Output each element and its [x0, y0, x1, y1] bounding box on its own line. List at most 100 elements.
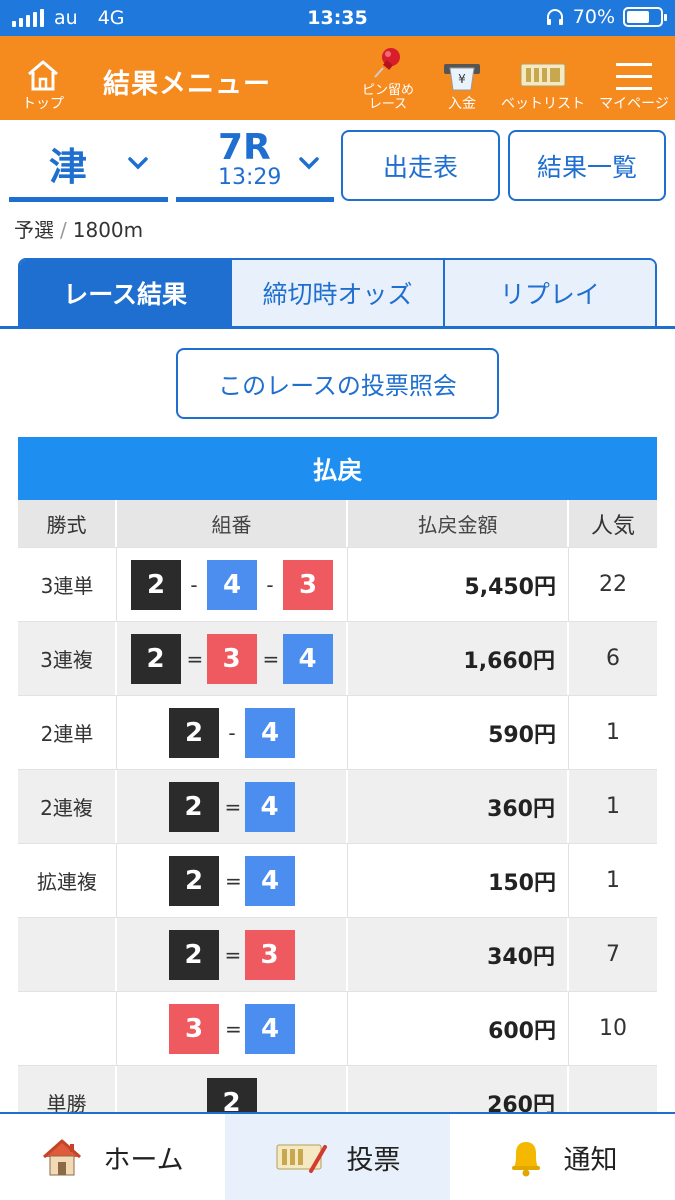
page-title: 結果メニュー: [103, 69, 271, 100]
bottom-nav: ホーム 投票 通知: [0, 1112, 675, 1200]
payout-row: 3連単 2-4-3 5,450円 22: [18, 548, 657, 622]
header-bet-type: 勝式: [18, 500, 117, 547]
top-button[interactable]: トップ: [14, 36, 72, 120]
boat-number-badge: 2: [131, 559, 181, 610]
boat-number-badge: 4: [245, 855, 295, 906]
ticket-icon: [520, 63, 566, 87]
boat-number-badge: 3: [169, 1003, 219, 1054]
entry-list-button[interactable]: 出走表: [341, 130, 500, 201]
boat-number-badge: 3: [244, 929, 295, 980]
chevron-down-icon: [128, 157, 148, 170]
race-grade: 予選: [14, 218, 54, 242]
combination-group: 2 = 3: [168, 929, 295, 980]
popularity: 6: [606, 646, 620, 671]
house-outline-icon: [28, 60, 58, 91]
results-list-button[interactable]: 結果一覧: [508, 130, 666, 201]
combination-group: 2-4-3: [131, 559, 333, 610]
payout-row: 3連複 2 = 3 = 4 1,660円 6: [18, 622, 657, 696]
pin-race-label: ピン留め レース: [361, 83, 414, 112]
combination-joiner: =: [262, 646, 280, 671]
payout-row: 2連単 2-4 590円 1: [18, 696, 657, 770]
combination-group: 3 = 4: [169, 1003, 295, 1054]
tab-race-result[interactable]: レース結果: [20, 260, 231, 326]
combination: 2 = 4: [117, 844, 348, 917]
combination: 2 = 3 = 4: [117, 622, 348, 695]
payout-title: 払戻: [18, 437, 657, 500]
boat-number-badge: 3: [206, 633, 257, 684]
bet-type: 拡連複: [18, 844, 117, 917]
popularity: 1: [606, 794, 620, 819]
combination: 2-4: [117, 696, 348, 769]
popularity: 10: [599, 1016, 627, 1041]
nav-notification[interactable]: 通知: [450, 1114, 675, 1200]
tab-underline: [0, 326, 675, 329]
combination-joiner: -: [190, 572, 198, 597]
venue-name: 津: [49, 145, 88, 189]
bell-icon: [511, 1142, 540, 1177]
combination: 2 = 4: [117, 770, 348, 843]
popularity: 1: [606, 868, 620, 893]
bet-type: 3連複: [18, 622, 117, 695]
popularity: 7: [606, 942, 620, 967]
headphones-icon: [546, 9, 563, 25]
combination-group: 2 = 4: [168, 781, 295, 832]
nav-vote[interactable]: 投票: [225, 1114, 450, 1200]
combination: 2-4-3: [117, 548, 348, 621]
boat-number-badge: 2: [169, 855, 219, 906]
boat-number-badge: 4: [244, 781, 295, 832]
deposit-button[interactable]: ¥ 入金: [436, 36, 488, 120]
boat-number-badge: 2: [168, 781, 219, 832]
payout-amount: 590円: [348, 696, 569, 769]
boat-number-badge: 2: [130, 633, 181, 684]
popularity: 22: [599, 572, 627, 597]
combination-group: 2 = 3 = 4: [130, 633, 333, 684]
payout-amount: 5,450円: [348, 548, 569, 621]
combination-joiner: =: [186, 646, 204, 671]
vote-inquiry-button[interactable]: このレースの投票照会: [176, 348, 499, 419]
race-info: 予選/1800m: [14, 214, 143, 243]
race-distance: 1800m: [72, 218, 144, 242]
boat-number-badge: 4: [207, 559, 257, 610]
hamburger-menu-icon: [616, 63, 652, 90]
combination-joiner: -: [228, 720, 236, 745]
bet-type: 3連単: [18, 548, 117, 621]
boat-number-badge: 2: [168, 929, 219, 980]
chevron-down-icon: [299, 157, 319, 170]
payout-row: 3 = 4 600円 10: [18, 992, 657, 1066]
my-page-button[interactable]: マイページ: [597, 36, 671, 120]
nav-home[interactable]: ホーム: [0, 1114, 225, 1200]
boat-number-badge: 4: [245, 1003, 295, 1054]
pin-race-button[interactable]: ピン留め レース: [352, 36, 424, 120]
header-combination: 組番: [117, 500, 348, 547]
payout-amount: 1,660円: [348, 622, 569, 695]
result-tabs: レース結果 締切時オッズ リプレイ: [18, 258, 657, 328]
boat-number-badge: 4: [282, 633, 333, 684]
popularity: 1: [606, 720, 620, 745]
bet-type: [18, 918, 117, 991]
boat-number-badge: 2: [169, 707, 219, 758]
tab-replay[interactable]: リプレイ: [442, 260, 655, 326]
venue-selector[interactable]: 津: [9, 128, 168, 202]
nav-notification-label: 通知: [563, 1144, 618, 1176]
payout-header-row: 勝式 組番 払戻金額 人気: [18, 500, 657, 548]
payout-amount: 340円: [348, 918, 569, 991]
bet-type: [18, 992, 117, 1065]
nav-vote-label: 投票: [346, 1144, 401, 1176]
boat-number-badge: 4: [245, 707, 295, 758]
battery-percent: 70%: [572, 6, 615, 28]
status-bar: au 4G 13:35 70%: [0, 0, 675, 36]
combination-joiner: =: [224, 794, 242, 819]
combination-joiner: -: [266, 572, 274, 597]
race-info-separator: /: [60, 218, 67, 242]
combination-joiner: =: [225, 868, 242, 893]
race-number: 7R: [218, 127, 271, 168]
bet-type: 2連単: [18, 696, 117, 769]
boat-number-badge: 3: [283, 559, 333, 610]
race-selector[interactable]: 7R 13:29: [176, 128, 334, 202]
tab-closing-odds[interactable]: 締切時オッズ: [230, 260, 443, 326]
nav-home-label: ホーム: [103, 1144, 184, 1176]
bet-list-button[interactable]: ベットリスト: [500, 36, 586, 120]
my-page-label: マイページ: [599, 96, 669, 112]
header-popularity: 人気: [590, 513, 635, 539]
atm-icon: ¥: [444, 64, 480, 91]
